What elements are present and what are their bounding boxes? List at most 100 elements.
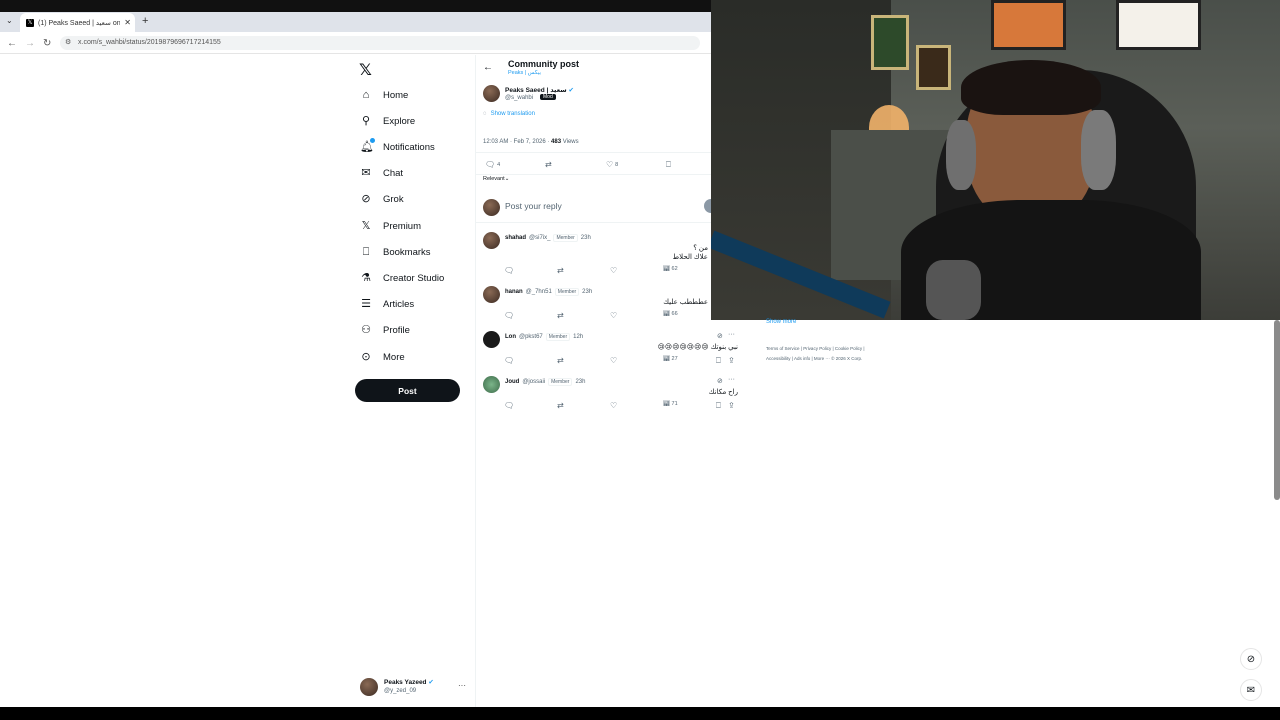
views-stat[interactable]: 📊︎ 71: [663, 401, 678, 407]
scrollbar[interactable]: [1274, 320, 1280, 500]
nav-more[interactable]: ⊙ More: [360, 346, 404, 368]
divider: [476, 152, 711, 153]
avatar[interactable]: [483, 376, 500, 393]
bookmark-icon[interactable]: ⎕: [716, 401, 721, 411]
views-count: 62: [671, 266, 678, 272]
new-tab-icon[interactable]: +: [142, 15, 148, 27]
back-arrow-icon[interactable]: ←: [483, 62, 493, 73]
author-name-row[interactable]: Peaks Saeed | سعيد ✔: [505, 86, 574, 94]
reply-author-name[interactable]: Joud: [505, 379, 519, 385]
community-link[interactable]: Peaks | بيكس: [508, 70, 541, 76]
heart-icon[interactable]: ♡: [610, 311, 617, 320]
list-item[interactable]: Joud @jossaii Member 23h ⊘ ··· راح مكانك…: [476, 372, 738, 416]
member-badge: Member: [554, 288, 580, 296]
avatar[interactable]: [483, 232, 500, 249]
more-dots-icon[interactable]: ···: [458, 681, 466, 690]
reply-author-name[interactable]: shahad: [505, 235, 526, 241]
heart-icon[interactable]: ♡: [610, 401, 617, 410]
nav-profile[interactable]: ⚇ Profile: [360, 319, 410, 341]
reply-input[interactable]: Post your reply: [505, 201, 562, 211]
close-tab-icon[interactable]: ✕: [124, 18, 131, 27]
nav-explore[interactable]: ⚲ Explore: [360, 110, 415, 132]
footer-link[interactable]: More ···: [814, 356, 830, 361]
reply-author-name[interactable]: hanan: [505, 289, 523, 295]
more-dots-icon[interactable]: ···: [728, 331, 735, 338]
repost-icon[interactable]: ⇄: [545, 160, 552, 169]
repost-icon[interactable]: ⇄: [557, 401, 564, 410]
nav-label: Chat: [383, 167, 404, 179]
post-button[interactable]: Post: [355, 379, 460, 402]
views-stat[interactable]: 📊︎ 66: [663, 311, 678, 317]
heart-icon: ♡: [606, 160, 614, 169]
views-stat[interactable]: 📊︎ 27: [663, 356, 678, 362]
repost-icon[interactable]: ⇄: [557, 356, 564, 365]
grok-icon[interactable]: ⊘: [1240, 648, 1262, 670]
nav-articles[interactable]: ☰ Articles: [360, 293, 414, 315]
reply-action[interactable]: 🗨︎ 4: [485, 160, 500, 169]
nav-creator-studio[interactable]: ⚗ Creator Studio: [360, 267, 444, 289]
views-count: 483: [551, 139, 562, 145]
tab-search-icon[interactable]: ⌄: [6, 16, 13, 25]
nav-bookmarks[interactable]: ⎕ Bookmarks: [360, 241, 431, 263]
heart-icon[interactable]: ♡: [610, 356, 617, 365]
browser-tab[interactable]: 𝕏 (1) Peaks Saeed | سعيد on X: "... ✕: [20, 13, 135, 32]
show-translation-link[interactable]: ◌ Show translation: [483, 111, 535, 117]
url-text: x.com/s_wahbi/status/2019879696717214155: [78, 39, 221, 46]
footer-link[interactable]: Terms of Service: [766, 346, 800, 351]
reply-icon[interactable]: 🗨︎: [504, 401, 514, 410]
nav-premium[interactable]: 𝕏 Premium: [360, 215, 421, 237]
nav-label: Explore: [383, 115, 416, 127]
account-switcher[interactable]: Peaks Yazeed ✔ @y_zed_09 ···: [360, 678, 470, 698]
avatar[interactable]: [483, 286, 500, 303]
reply-icon[interactable]: 🗨︎: [504, 356, 514, 365]
grok-icon[interactable]: ⊘: [717, 377, 723, 385]
list-item[interactable]: hanan @_7hn51 Member 23h عطططب عليك 🗨︎ ⇄…: [476, 282, 738, 326]
reply-text: نبي بنوتك 😢😢😢😢😢😢😢: [657, 344, 738, 351]
sort-label: Relevant: [483, 176, 505, 182]
footer-link[interactable]: Privacy Policy: [803, 346, 831, 351]
article-icon: ☰: [361, 298, 371, 310]
nav-label: Premium: [383, 220, 422, 232]
more-dots-icon[interactable]: ···: [728, 376, 735, 383]
reload-icon[interactable]: ↻: [43, 38, 51, 49]
nav-notifications[interactable]: 🔔︎ Notifications: [360, 136, 435, 158]
reply-icon[interactable]: 🗨︎: [504, 266, 514, 275]
author-avatar[interactable]: [483, 85, 500, 102]
list-item[interactable]: Lon @pkst67 Member 12h ⊘ ··· نبي بنوتك 😢…: [476, 327, 738, 371]
views-stat[interactable]: 📊︎ 62: [663, 266, 678, 272]
heart-icon[interactable]: ♡: [610, 266, 617, 275]
share-icon[interactable]: ⇪: [728, 356, 735, 365]
sort-dropdown[interactable]: Relevant⌄: [483, 176, 509, 182]
like-action[interactable]: ♡ 8: [606, 160, 618, 169]
mail-icon[interactable]: ✉: [1240, 679, 1262, 701]
x-logo-icon[interactable]: 𝕏: [359, 60, 372, 80]
nav-grok[interactable]: ⊘ Grok: [360, 188, 403, 210]
search-icon: ⚲: [361, 115, 371, 127]
site-info-icon[interactable]: ⚙: [65, 36, 71, 50]
footer-link[interactable]: Ads info: [794, 356, 810, 361]
list-item[interactable]: shahad @si7ix_ Member 23h من ؟ علاك الحل…: [476, 228, 738, 278]
headphone-right: [1081, 110, 1116, 190]
reply-handle: @_7hn51: [525, 289, 552, 295]
avatar[interactable]: [483, 331, 500, 348]
share-icon[interactable]: ⇪: [728, 401, 735, 410]
url-field[interactable]: ⚙ x.com/s_wahbi/status/20198796967172141…: [60, 36, 700, 50]
reply-count: 4: [497, 161, 501, 168]
reply-icon[interactable]: 🗨︎: [504, 311, 514, 320]
repost-icon[interactable]: ⇄: [557, 266, 564, 275]
bookmark-icon[interactable]: ⎕: [666, 160, 671, 170]
show-more-link[interactable]: Show more: [766, 319, 796, 325]
reply-author-name[interactable]: Lon: [505, 334, 516, 340]
reply-time: 23h: [582, 289, 593, 295]
repost-icon[interactable]: ⇄: [557, 311, 564, 320]
person-icon: ⚇: [361, 324, 371, 336]
bookmark-icon[interactable]: ⎕: [716, 356, 721, 366]
footer-link[interactable]: Accessibility: [766, 356, 791, 361]
back-icon[interactable]: ←: [7, 38, 17, 49]
forward-icon[interactable]: →: [25, 38, 35, 49]
mail-icon: ✉: [361, 167, 371, 179]
nav-chat[interactable]: ✉ Chat: [360, 162, 403, 184]
nav-home[interactable]: ⌂ Home: [360, 84, 409, 106]
grok-icon[interactable]: ⊘: [717, 332, 723, 340]
footer-link[interactable]: Cookie Policy: [835, 346, 862, 351]
